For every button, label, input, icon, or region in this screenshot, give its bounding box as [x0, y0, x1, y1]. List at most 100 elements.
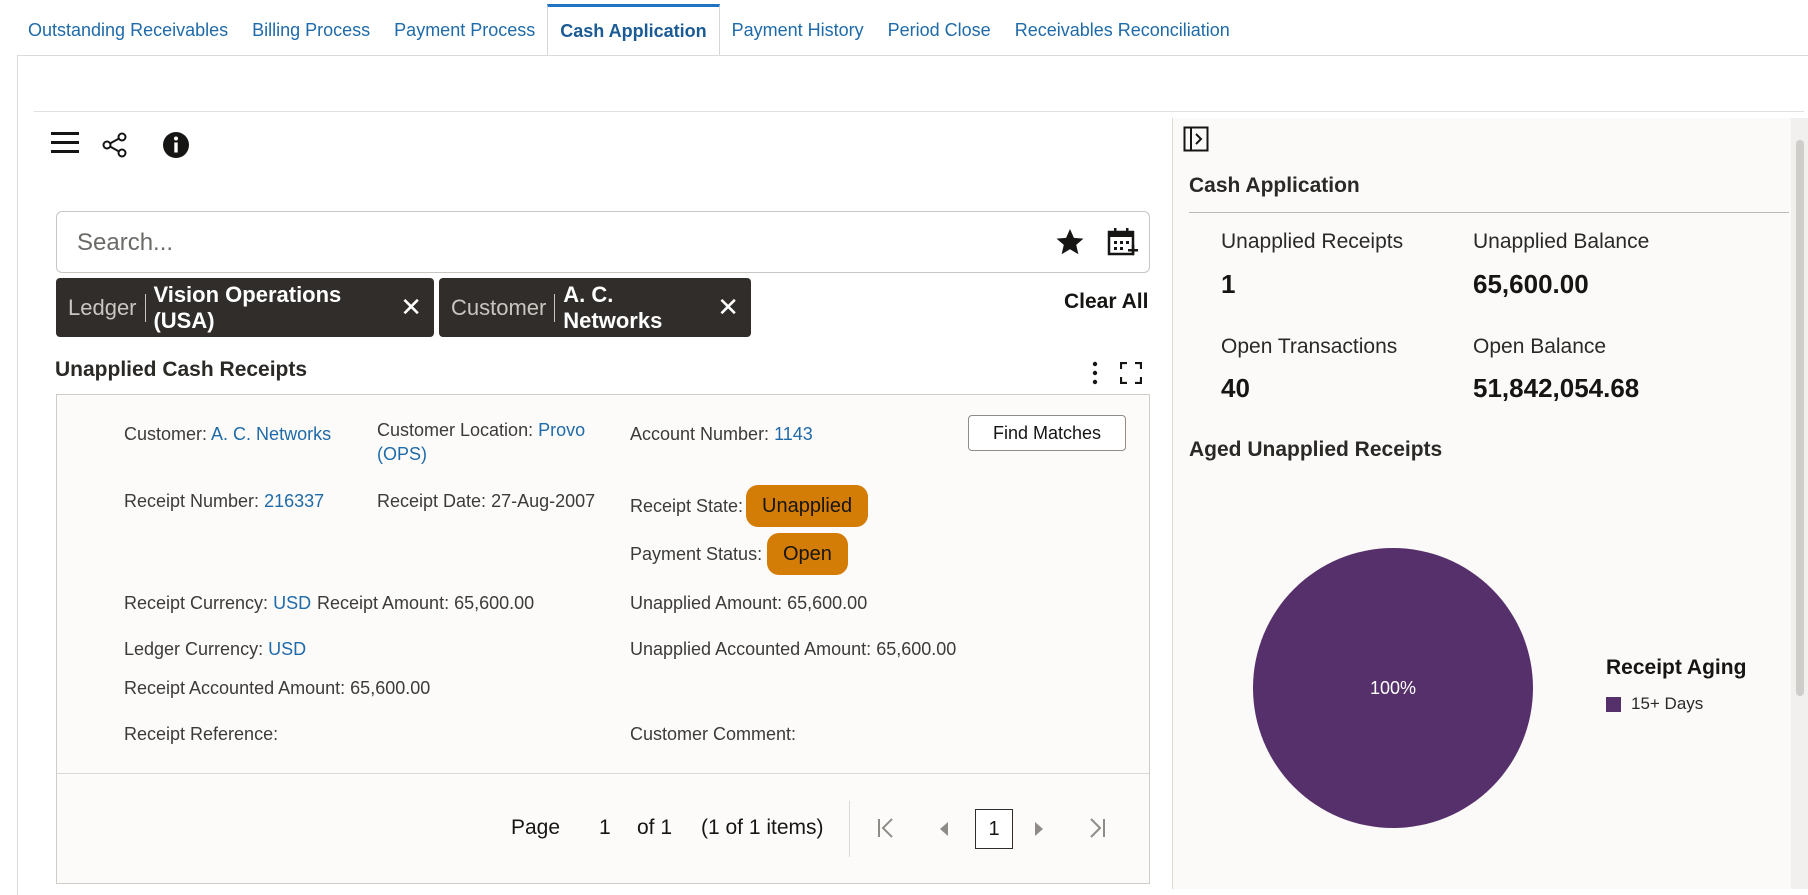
metric-value[interactable]: 40 [1221, 373, 1250, 404]
filter-value: Vision Operations (USA) [153, 281, 342, 333]
legend-item[interactable]: 15+ Days [1606, 694, 1703, 714]
tab-payment-process[interactable]: Payment Process [382, 4, 547, 56]
payment-status-label: Payment Status: [630, 544, 763, 564]
aged-receipts-title: Aged Unapplied Receipts [1189, 438, 1443, 461]
receipt-currency-link[interactable]: USD [273, 593, 311, 613]
remove-filter-icon[interactable]: ✕ [717, 292, 739, 323]
divider [849, 801, 850, 857]
calendar-add-icon[interactable] [1107, 227, 1139, 264]
filter-key: Ledger [68, 294, 137, 320]
filter-chip-customer[interactable]: Customer A. C. Networks ✕ [439, 278, 751, 337]
previous-page-icon[interactable] [937, 819, 951, 845]
field-label: Receipt Accounted Amount: [124, 678, 346, 698]
receipt-state-badge: Unapplied [746, 485, 869, 527]
expand-icon[interactable] [1119, 361, 1143, 389]
customer-location-field: Customer Location: Provo [377, 420, 585, 441]
customer-field: Customer: A. C. Networks [124, 424, 331, 445]
receipt-number-link[interactable]: 216337 [264, 491, 324, 511]
remove-filter-icon[interactable]: ✕ [400, 292, 422, 323]
menu-icon[interactable] [50, 128, 80, 163]
tab-payment-history[interactable]: Payment History [720, 4, 876, 56]
location-link-cont[interactable]: (OPS) [377, 444, 427, 464]
field-label: Customer: [124, 424, 208, 444]
unapplied-accounted-field: Unapplied Accounted Amount: 65,600.00 [630, 639, 956, 660]
pager-page-label: Page [511, 816, 561, 839]
receipt-reference-label: Receipt Reference: [124, 724, 279, 744]
customer-location-field-cont: (OPS) [377, 444, 427, 465]
pie-slice-label: 100% [1370, 678, 1416, 698]
tab-bar: Outstanding Receivables Billing Process … [16, 4, 1242, 56]
find-matches-button[interactable]: Find Matches [968, 415, 1126, 451]
search-bar [56, 211, 1150, 273]
clear-all-button[interactable]: Clear All [1064, 290, 1148, 314]
customer-link[interactable]: A. C. Networks [211, 424, 331, 444]
share-icon[interactable] [102, 132, 130, 163]
legend-title: Receipt Aging [1606, 656, 1747, 679]
field-label: Ledger Currency: [124, 639, 264, 659]
search-input[interactable] [77, 226, 977, 260]
more-vertical-icon[interactable] [1086, 361, 1104, 390]
metric-label: Unapplied Receipts [1221, 230, 1404, 253]
metric-value[interactable]: 51,842,054.68 [1473, 373, 1639, 404]
field-label: Receipt Currency: [124, 593, 269, 613]
receipt-state-label: Receipt State: [630, 496, 744, 516]
first-page-icon[interactable] [876, 817, 896, 845]
receipt-card: Customer: A. C. Networks Customer Locati… [56, 394, 1150, 884]
metric-label: Open Balance [1473, 335, 1607, 358]
scrollbar-thumb[interactable] [1796, 140, 1804, 696]
last-page-icon[interactable] [1087, 817, 1107, 845]
metric-value[interactable]: 65,600.00 [1473, 269, 1589, 300]
star-icon[interactable] [1055, 227, 1085, 262]
filter-chip-ledger[interactable]: Ledger Vision Operations (USA) ✕ [56, 278, 434, 337]
field-label: Receipt Number: [124, 491, 260, 511]
metric-label: Unapplied Balance [1473, 230, 1650, 253]
pager-page-number: 1 [599, 816, 611, 839]
field-label: Receipt Amount: [317, 593, 450, 613]
customer-comment-label: Customer Comment: [630, 724, 797, 744]
field-value: 27-Aug-2007 [491, 491, 596, 511]
tab-receivables-reconciliation[interactable]: Receivables Reconciliation [1003, 4, 1242, 56]
collapse-panel-icon[interactable] [1183, 126, 1209, 157]
location-link[interactable]: Provo [538, 420, 585, 440]
divider [34, 111, 1804, 112]
legend-label: 15+ Days [1631, 694, 1704, 713]
account-link[interactable]: 1143 [774, 424, 813, 444]
ledger-currency-link[interactable]: USD [268, 639, 306, 659]
legend-swatch [1606, 696, 1621, 712]
chip-separator [144, 293, 146, 322]
receipt-currency-field: Receipt Currency: USD [124, 593, 311, 614]
field-label: Receipt Date: [377, 491, 487, 511]
summary-panel: Cash Application Unapplied Receipts 1 Un… [1172, 118, 1808, 889]
unapplied-amount-field: Unapplied Amount: 65,600.00 [630, 593, 867, 614]
payment-status-badge: Open [767, 533, 848, 575]
divider [1189, 212, 1789, 213]
tab-cash-application[interactable]: Cash Application [547, 4, 720, 56]
field-label: Unapplied Amount: [630, 593, 783, 613]
pager-items-label: (1 of 1 items) [701, 816, 824, 839]
field-label: Customer Location: [377, 420, 534, 440]
tab-period-close[interactable]: Period Close [876, 4, 1003, 56]
next-page-icon[interactable] [1032, 819, 1046, 845]
receipt-accounted-field: Receipt Accounted Amount: 65,600.00 [124, 678, 430, 699]
tab-outstanding-receivables[interactable]: Outstanding Receivables [16, 4, 240, 56]
scrollbar[interactable] [1791, 118, 1808, 889]
tab-billing-process[interactable]: Billing Process [240, 4, 382, 56]
receipt-number-field: Receipt Number: 216337 [124, 491, 324, 512]
metric-label: Open Transactions [1221, 335, 1398, 358]
pager-of-label: of 1 [637, 816, 673, 839]
filter-key: Customer [451, 294, 547, 320]
section-title: Unapplied Cash Receipts [55, 358, 308, 381]
field-label: Account Number: [630, 424, 770, 444]
field-value: 65,600.00 [876, 639, 957, 659]
receipt-amount-field: Receipt Amount: 65,600.00 [317, 593, 534, 614]
account-number-field: Account Number: 1143 [630, 424, 813, 445]
field-label: Unapplied Accounted Amount: [630, 639, 872, 659]
info-icon[interactable] [162, 131, 190, 164]
divider [57, 773, 1149, 774]
receipt-date-field: Receipt Date: 27-Aug-2007 [377, 491, 595, 512]
field-value: 65,600.00 [787, 593, 868, 613]
metric-value[interactable]: 1 [1221, 269, 1235, 300]
current-page-box[interactable]: 1 [975, 809, 1013, 849]
filter-value: A. C. Networks [563, 281, 663, 333]
chip-separator [554, 293, 556, 322]
